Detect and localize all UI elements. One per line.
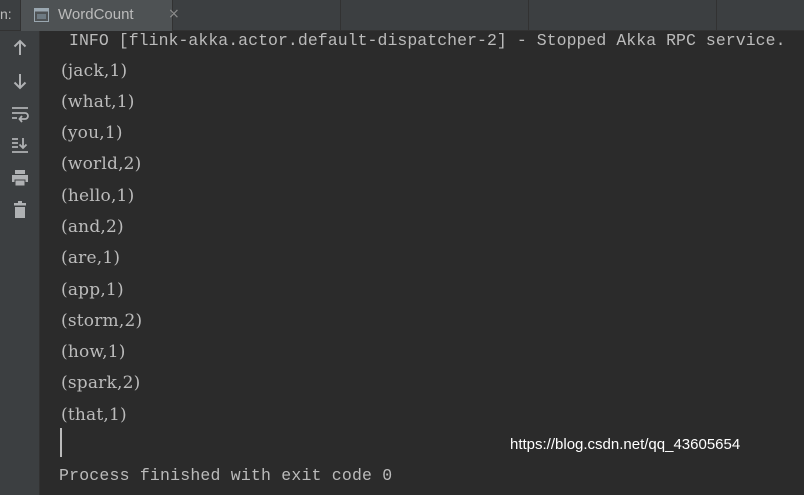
- output-line: (what,1): [61, 92, 135, 112]
- output-line: (world,2): [61, 154, 142, 174]
- print-icon[interactable]: [10, 168, 30, 188]
- output-line: (and,2): [61, 217, 124, 237]
- scroll-to-end-icon[interactable]: [10, 135, 30, 155]
- console-toolbar: [0, 31, 40, 495]
- trash-icon[interactable]: [10, 200, 30, 220]
- output-line: (app,1): [61, 280, 124, 300]
- down-arrow-icon[interactable]: [10, 71, 30, 91]
- output-line: (storm,2): [61, 311, 143, 331]
- console-output[interactable]: INFO [flink-akka.actor.default-dispatche…: [41, 31, 804, 495]
- output-line: (that,1): [61, 405, 127, 425]
- output-line: (spark,2): [61, 373, 141, 393]
- output-line: (are,1): [61, 248, 121, 268]
- run-tab-bar: n: WordCount ×: [0, 0, 804, 31]
- text-caret: [60, 428, 62, 457]
- output-line: (jack,1): [61, 61, 128, 81]
- watermark-url: https://blog.csdn.net/qq_43605654: [510, 436, 741, 453]
- tab-wordcount[interactable]: WordCount ×: [20, 0, 180, 31]
- output-line: (how,1): [61, 342, 126, 362]
- info-log-line: INFO [flink-akka.actor.default-dispatche…: [69, 31, 786, 50]
- tab-divider: [340, 0, 341, 31]
- run-console-window: n: WordCount × INFO [flink-akka.actor.de…: [0, 0, 804, 495]
- exit-message: Process finished with exit code 0: [59, 466, 393, 485]
- run-label: n:: [0, 6, 12, 22]
- close-icon[interactable]: ×: [168, 7, 180, 21]
- up-arrow-icon[interactable]: [10, 38, 30, 58]
- soft-wrap-icon[interactable]: [10, 103, 30, 123]
- output-line: (you,1): [61, 123, 123, 143]
- tab-divider: [716, 0, 717, 31]
- tab-title: WordCount: [58, 6, 134, 23]
- console-icon: [34, 8, 49, 22]
- tab-divider: [528, 0, 529, 31]
- output-line: (hello,1): [61, 186, 135, 206]
